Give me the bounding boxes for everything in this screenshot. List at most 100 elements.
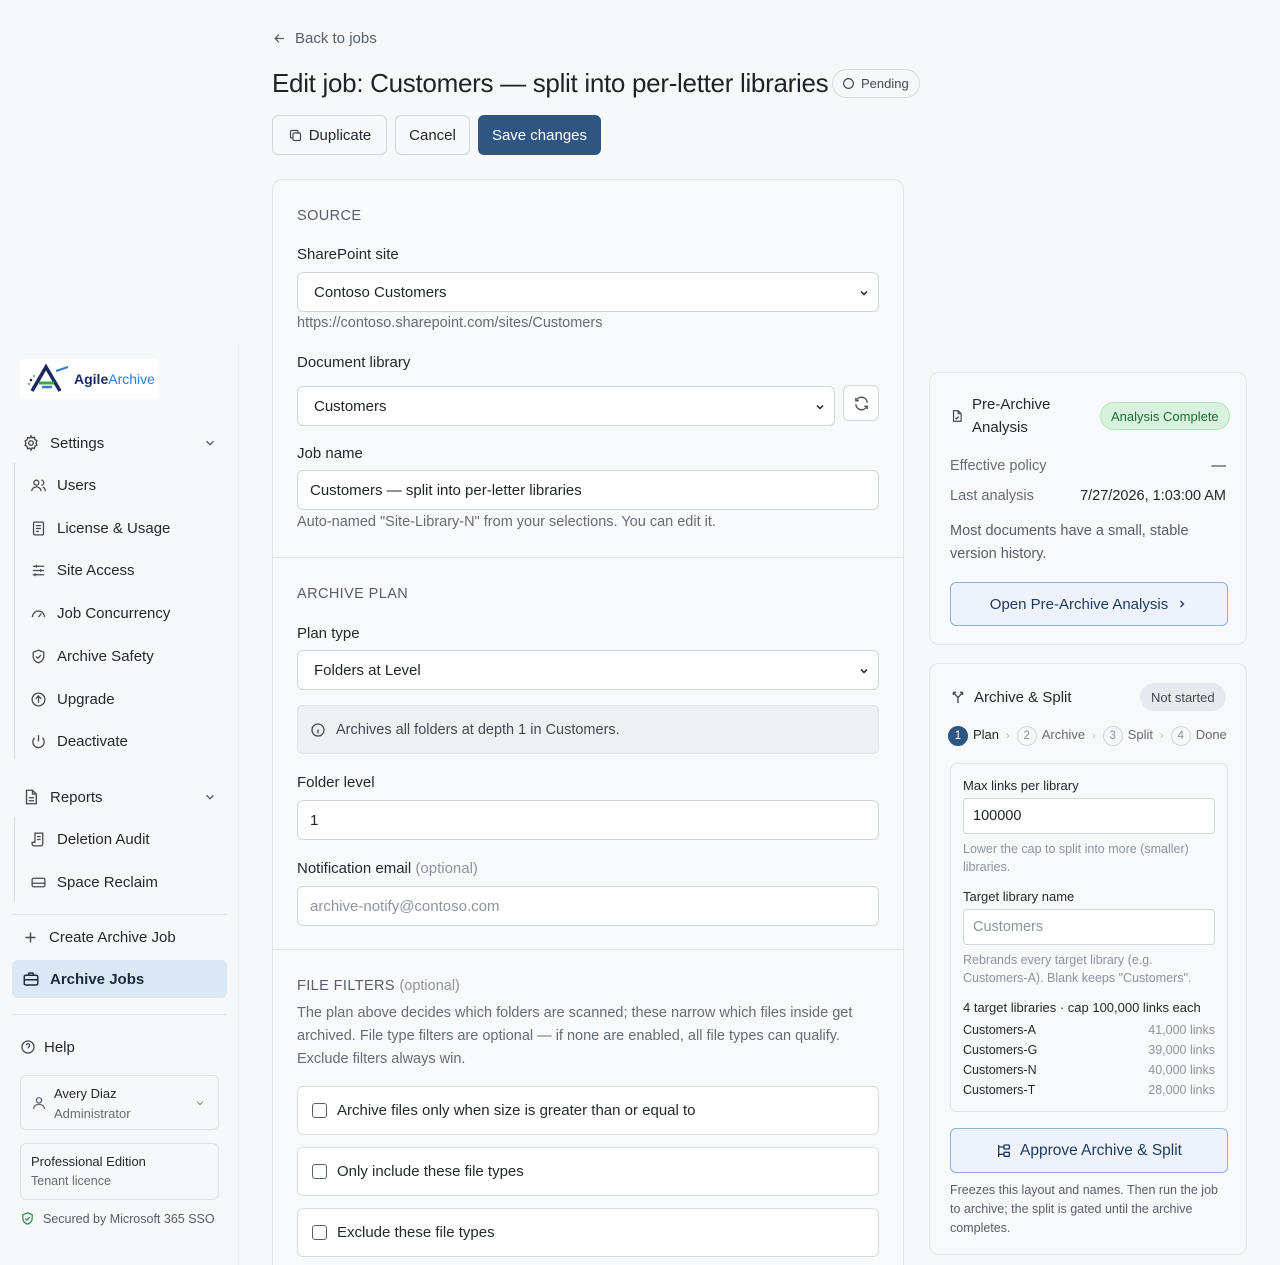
library-row: Customers-T 28,000 links <box>963 1083 1215 1097</box>
drive-icon <box>31 877 46 887</box>
approve-footnote: Freezes this layout and names. Then run … <box>950 1183 1218 1235</box>
site-url: https://contoso.sharepoint.com/sites/Cus… <box>297 315 603 331</box>
analysis-document-icon <box>952 410 962 422</box>
max-links-label: Max links per library <box>963 778 1079 793</box>
max-links-hint: Lower the cap to split into more (smalle… <box>963 842 1189 874</box>
chevron-down-icon <box>206 440 214 446</box>
analysis-status-badge: Analysis Complete <box>1100 402 1230 430</box>
plan-type-select[interactable]: Folders at Level <box>297 650 879 690</box>
checkbox[interactable] <box>312 1103 327 1118</box>
target-library-input[interactable]: Customers <box>963 909 1215 945</box>
target-libraries-summary: 4 target libraries · cap 100,000 links e… <box>963 1000 1201 1015</box>
help-icon <box>21 1040 35 1054</box>
chevron-down-icon <box>206 794 214 800</box>
chevron-right-icon: › <box>1006 730 1010 742</box>
approve-archive-split-button[interactable]: Approve Archive & Split <box>950 1128 1228 1173</box>
app-logo[interactable]: AgileArchive <box>20 359 159 399</box>
library-row: Customers-N 40,000 links <box>963 1063 1215 1077</box>
pre-archive-analysis-card: Pre-Archive Analysis Analysis Complete E… <box>929 372 1247 645</box>
settings-tree-line <box>14 463 15 759</box>
library-row: Customers-A 41,000 links <box>963 1023 1215 1037</box>
refresh-libraries-button[interactable] <box>843 385 879 421</box>
power-icon <box>32 734 45 748</box>
logo-icon <box>28 363 69 392</box>
split-status-badge: Not started <box>1140 683 1226 711</box>
checkbox[interactable] <box>312 1164 327 1179</box>
user-menu[interactable]: Avery Diaz Administrator <box>20 1075 219 1130</box>
job-name-label: Job name <box>297 445 363 462</box>
duplicate-button[interactable]: Duplicate <box>272 115 387 155</box>
last-analysis-label: Last analysis <box>950 488 1034 504</box>
edition-licence: Tenant licence <box>31 1174 111 1188</box>
user-name: Avery Diaz <box>54 1086 117 1101</box>
sharepoint-site-select[interactable]: Contoso Customers <box>297 272 879 312</box>
sidebar-item-create-archive-job[interactable]: Create Archive Job <box>12 919 227 955</box>
sso-notice: Secured by Microsoft 365 SSO <box>20 1211 215 1226</box>
save-button[interactable]: Save changes <box>478 115 601 155</box>
arrow-left-icon <box>274 34 284 43</box>
source-section-title: SOURCE <box>297 208 362 224</box>
job-name-hint: Auto-named "Site-Library-N" from your se… <box>297 514 716 530</box>
user-role: Administrator <box>54 1106 131 1121</box>
document-library-label: Document library <box>297 354 411 371</box>
max-links-input[interactable]: 100000 <box>963 798 1215 834</box>
sidebar-item-deactivate[interactable]: Deactivate <box>20 724 227 758</box>
chevron-down-icon <box>196 1101 204 1106</box>
chevron-right-icon <box>1180 600 1185 608</box>
last-analysis-value: 7/27/2026, 1:03:00 AM <box>1080 488 1226 504</box>
sidebar-item-users[interactable]: Users <box>20 468 227 502</box>
file-filters-section-title: FILE FILTERS (optional) <box>297 978 460 994</box>
archive-plan-section-title: ARCHIVE PLAN <box>297 586 409 602</box>
sidebar-group-settings[interactable]: Settings <box>12 425 227 461</box>
analysis-title: Pre-Archive Analysis <box>972 396 1051 436</box>
sidebar-item-license-usage[interactable]: License & Usage <box>20 511 227 545</box>
sidebar: AgileArchive Settings Users License & Us… <box>0 343 239 1265</box>
document-library-select[interactable]: Customers <box>297 386 835 426</box>
cancel-button[interactable]: Cancel <box>395 115 470 155</box>
sidebar-item-space-reclaim[interactable]: Space Reclaim <box>20 865 227 899</box>
back-to-jobs-link[interactable]: Back to jobs <box>272 30 377 47</box>
user-icon <box>33 1097 45 1110</box>
chevron-down-icon <box>860 668 868 674</box>
report-icon <box>25 789 37 805</box>
sidebar-item-site-access[interactable]: Site Access <box>20 553 227 587</box>
edition-card: Professional Edition Tenant licence <box>20 1143 219 1200</box>
effective-policy-value: — <box>1211 458 1227 474</box>
job-form-card: SOURCE SharePoint site Contoso Customers… <box>272 179 904 1265</box>
size-filter-checkbox[interactable]: Archive files only when size is greater … <box>297 1086 879 1135</box>
notification-email-input[interactable]: archive-notify@contoso.com <box>297 886 879 926</box>
step-done: 4 Done <box>1170 726 1227 746</box>
library-row: Customers-G 39,000 links <box>963 1043 1215 1057</box>
step-archive: 2 Archive <box>1016 726 1085 746</box>
sidebar-item-help[interactable]: Help <box>10 1029 225 1065</box>
circle-icon <box>843 78 854 89</box>
gear-icon <box>24 434 38 452</box>
step-split: 3 Split <box>1102 726 1153 746</box>
plan-info-box: Archives all folders at depth 1 in Custo… <box>297 705 879 754</box>
edition-name: Professional Edition <box>31 1154 146 1169</box>
folder-level-input[interactable]: 1 <box>297 800 879 840</box>
include-types-checkbox[interactable]: Only include these file types <box>297 1147 879 1196</box>
archive-split-title: Archive & Split <box>974 689 1072 706</box>
checkbox[interactable] <box>312 1225 327 1240</box>
notification-email-label: Notification email (optional) <box>297 860 478 877</box>
sidebar-group-reports[interactable]: Reports <box>12 779 227 815</box>
file-filters-description: The plan above decides which folders are… <box>297 1005 853 1067</box>
sidebar-item-job-concurrency[interactable]: Job Concurrency <box>20 596 227 630</box>
chevron-down-icon <box>816 404 824 410</box>
status-badge: Pending <box>832 69 920 98</box>
step-plan: 1 Plan <box>948 726 999 746</box>
sliders-icon <box>32 564 45 576</box>
open-pre-archive-analysis-button[interactable]: Open Pre-Archive Analysis <box>950 582 1228 626</box>
sidebar-item-archive-jobs[interactable]: Archive Jobs <box>12 960 227 998</box>
exclude-types-checkbox[interactable]: Exclude these file types <box>297 1208 879 1257</box>
briefcase-icon <box>23 972 39 986</box>
section-divider <box>273 949 903 950</box>
sidebar-item-deletion-audit[interactable]: Deletion Audit <box>20 822 227 856</box>
sharepoint-site-label: SharePoint site <box>297 246 399 263</box>
sidebar-item-upgrade[interactable]: Upgrade <box>20 682 227 716</box>
job-name-input[interactable]: Customers — split into per-letter librar… <box>297 470 879 510</box>
target-library-label: Target library name <box>963 889 1075 904</box>
sidebar-item-archive-safety[interactable]: Archive Safety <box>20 639 227 673</box>
info-icon <box>311 722 325 737</box>
